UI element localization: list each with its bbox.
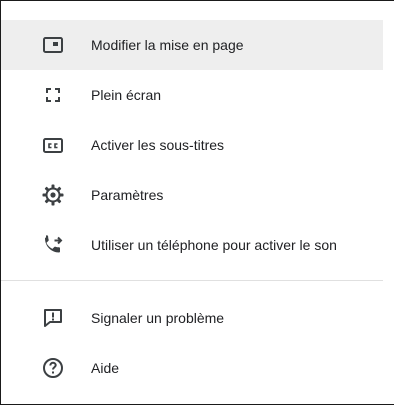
menu-item-change-layout[interactable]: Modifier la mise en page xyxy=(1,20,383,70)
menu-divider xyxy=(1,280,383,281)
menu-panel: Modifier la mise en page Plein écran Act… xyxy=(0,0,394,405)
menu-item-captions[interactable]: Activer les sous-titres xyxy=(1,120,383,170)
menu-item-label: Activer les sous-titres xyxy=(91,137,225,153)
menu-item-label: Aide xyxy=(91,360,120,376)
menu-item-label: Plein écran xyxy=(91,87,162,103)
menu-item-fullscreen[interactable]: Plein écran xyxy=(1,70,383,120)
menu-item-label: Utiliser un téléphone pour activer le so… xyxy=(91,237,337,253)
layout-icon xyxy=(41,33,65,57)
gear-icon xyxy=(41,183,65,207)
menu-item-settings[interactable]: Paramètres xyxy=(1,170,383,220)
closed-captions-icon xyxy=(41,133,65,157)
help-icon xyxy=(41,356,65,380)
menu-item-label: Paramètres xyxy=(91,187,164,203)
menu-item-label: Modifier la mise en page xyxy=(91,37,244,53)
menu-item-help[interactable]: Aide xyxy=(1,343,383,393)
menu-item-report-problem[interactable]: Signaler un problème xyxy=(1,293,383,343)
menu-item-phone-audio[interactable]: Utiliser un téléphone pour activer le so… xyxy=(1,220,383,270)
fullscreen-icon xyxy=(41,83,65,107)
phone-forward-icon xyxy=(41,233,65,257)
report-problem-icon xyxy=(41,306,65,330)
menu-item-label: Signaler un problème xyxy=(91,310,225,326)
options-menu: Modifier la mise en page Plein écran Act… xyxy=(1,20,383,393)
